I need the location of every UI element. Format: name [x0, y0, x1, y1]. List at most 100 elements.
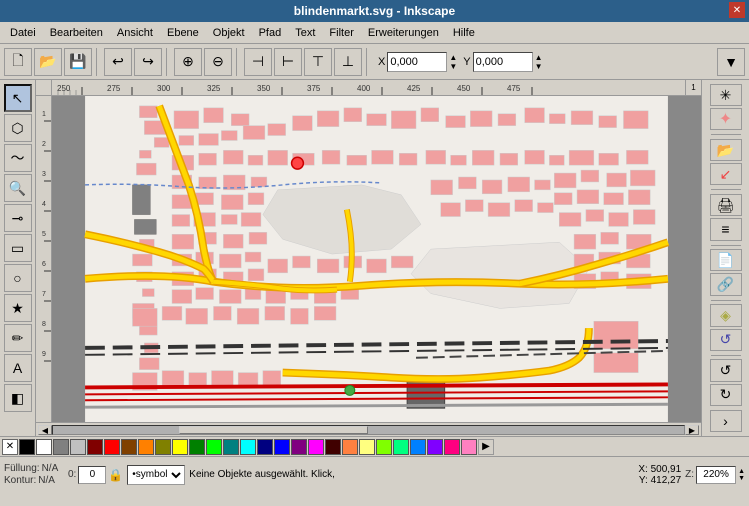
settings-button[interactable]: ≡ — [710, 218, 742, 240]
fill-kontur-area: Füllung: N/A Kontur: N/A — [4, 463, 64, 486]
align-right-button[interactable]: ⊤ — [304, 48, 332, 76]
snap-button-2[interactable]: ✦ — [710, 108, 742, 130]
align-top-button[interactable]: ⊥ — [334, 48, 362, 76]
print-button[interactable]: 🖨 — [710, 194, 742, 216]
star-tool-button[interactable]: ★ — [4, 294, 32, 322]
color-white[interactable] — [36, 439, 52, 455]
color-hotpink[interactable] — [444, 439, 460, 455]
redo-button[interactable]: ↪ — [134, 48, 162, 76]
color-red[interactable] — [104, 439, 120, 455]
no-color-button[interactable]: ✕ — [2, 439, 18, 455]
color-violet[interactable] — [427, 439, 443, 455]
right-sep-4 — [711, 300, 741, 301]
circle-tool-button[interactable]: ○ — [4, 264, 32, 292]
link-button[interactable]: 🔗 — [710, 273, 742, 295]
zoom-tool-button[interactable]: 🔍 — [4, 174, 32, 202]
rect-tool-button[interactable]: ▭ — [4, 234, 32, 262]
zoom-in-button[interactable]: ⊕ — [174, 48, 202, 76]
menu-bearbeiten[interactable]: Bearbeiten — [44, 25, 109, 41]
color-lightyellow[interactable] — [359, 439, 375, 455]
gradient-tool-button[interactable]: ◧ — [4, 384, 32, 412]
undo-right-button[interactable]: ↺ — [710, 359, 742, 381]
color-gray1[interactable] — [53, 439, 69, 455]
window-title: blindenmarkt.svg - Inkscape — [294, 4, 455, 18]
open-button-right[interactable]: 📂 — [710, 139, 742, 161]
select-tool-button[interactable]: ↖ — [4, 84, 32, 112]
arrow-button-1[interactable]: ↙ — [710, 163, 742, 185]
save-button[interactable]: 💾 — [64, 48, 92, 76]
color-cyan[interactable] — [240, 439, 256, 455]
text-tool-button[interactable]: A — [4, 354, 32, 382]
zoom-spinner[interactable]: ▲▼ — [738, 468, 745, 482]
color-yellow[interactable] — [172, 439, 188, 455]
horizontal-scrollbar[interactable]: ◀ ▶ — [36, 422, 701, 436]
measure-tool-button[interactable]: ⊸ — [4, 204, 32, 232]
undo-button[interactable]: ↩ — [104, 48, 132, 76]
menu-text[interactable]: Text — [289, 25, 321, 41]
align-center-button[interactable]: ⊢ — [274, 48, 302, 76]
right-panel: ✳ ✦ 📂 ↙ 🖨 ≡ 📄 🔗 ◈ ↺ ↺ ↻ › — [701, 80, 749, 436]
zoom-input[interactable] — [696, 466, 736, 484]
menu-ansicht[interactable]: Ansicht — [111, 25, 159, 41]
color-darkorange[interactable] — [121, 439, 137, 455]
color-teal[interactable] — [223, 439, 239, 455]
page-indicator[interactable]: 1 — [685, 80, 701, 95]
y-input[interactable] — [473, 52, 533, 72]
snap-button-1[interactable]: ✳ — [710, 84, 742, 106]
curve-button[interactable]: ↺ — [710, 329, 742, 351]
symbol-selector[interactable]: •symbol — [127, 465, 185, 485]
color-lightgreen[interactable] — [376, 439, 392, 455]
opacity-input[interactable] — [78, 466, 106, 484]
menu-erweiterungen[interactable]: Erweiterungen — [362, 25, 445, 41]
color-skyblue[interactable] — [410, 439, 426, 455]
scrollbar-thumb[interactable] — [179, 426, 368, 434]
color-navy[interactable] — [257, 439, 273, 455]
y-spinner[interactable]: ▲▼ — [535, 53, 543, 71]
menu-pfad[interactable]: Pfad — [253, 25, 288, 41]
color-green[interactable] — [206, 439, 222, 455]
menu-filter[interactable]: Filter — [323, 25, 359, 41]
menu-ebene[interactable]: Ebene — [161, 25, 205, 41]
color-blue[interactable] — [274, 439, 290, 455]
node-tool-button[interactable]: ⬡ — [4, 114, 32, 142]
scroll-right-button[interactable]: ▶ — [685, 425, 699, 435]
x-input[interactable] — [387, 52, 447, 72]
scrollbar-track[interactable] — [52, 425, 685, 435]
redo-right-button[interactable]: ↻ — [710, 384, 742, 406]
color-darkgreen[interactable] — [189, 439, 205, 455]
color-lightorange[interactable] — [342, 439, 358, 455]
scroll-left-button[interactable]: ◀ — [38, 425, 52, 435]
x-spinner[interactable]: ▲▼ — [449, 53, 457, 71]
align-left-button[interactable]: ⊣ — [244, 48, 272, 76]
color-orange[interactable] — [138, 439, 154, 455]
pencil-tool-button[interactable]: ✏ — [4, 324, 32, 352]
color-gray2[interactable] — [70, 439, 86, 455]
export-button[interactable]: 📄 — [710, 249, 742, 271]
color-purple[interactable] — [291, 439, 307, 455]
open-button[interactable]: 📂 — [34, 48, 62, 76]
coordinates-display: X: 500,91 Y: 412,27 — [601, 464, 681, 486]
color-magenta[interactable] — [308, 439, 324, 455]
zoom-out-button[interactable]: ⊖ — [204, 48, 232, 76]
color-mintgreen[interactable] — [393, 439, 409, 455]
color-black[interactable] — [19, 439, 35, 455]
toolbar: 🗋 📂 💾 ↩ ↪ ⊕ ⊖ ⊣ ⊢ ⊤ ⊥ X ▲▼ Y ▲▼ ▼ — [0, 44, 749, 80]
overflow-button[interactable]: ▼ — [717, 48, 745, 76]
menu-datei[interactable]: Datei — [4, 25, 42, 41]
sep3 — [236, 48, 240, 76]
color-lightpink[interactable] — [461, 439, 477, 455]
kontur-row: Kontur: N/A — [4, 475, 64, 486]
color-brown[interactable] — [325, 439, 341, 455]
new-button[interactable]: 🗋 — [4, 48, 32, 76]
gradient-button[interactable]: ◈ — [710, 304, 742, 326]
menu-objekt[interactable]: Objekt — [207, 25, 251, 41]
palette-scroll-right[interactable]: ▶ — [478, 439, 494, 455]
close-button[interactable]: ✕ — [729, 2, 745, 18]
chevron-right-button[interactable]: › — [710, 410, 742, 432]
map-canvas[interactable] — [52, 96, 701, 422]
color-darkred[interactable] — [87, 439, 103, 455]
color-olive[interactable] — [155, 439, 171, 455]
tweak-tool-button[interactable]: 〜 — [4, 144, 32, 172]
svg-text:8: 8 — [42, 321, 46, 328]
menu-hilfe[interactable]: Hilfe — [447, 25, 481, 41]
